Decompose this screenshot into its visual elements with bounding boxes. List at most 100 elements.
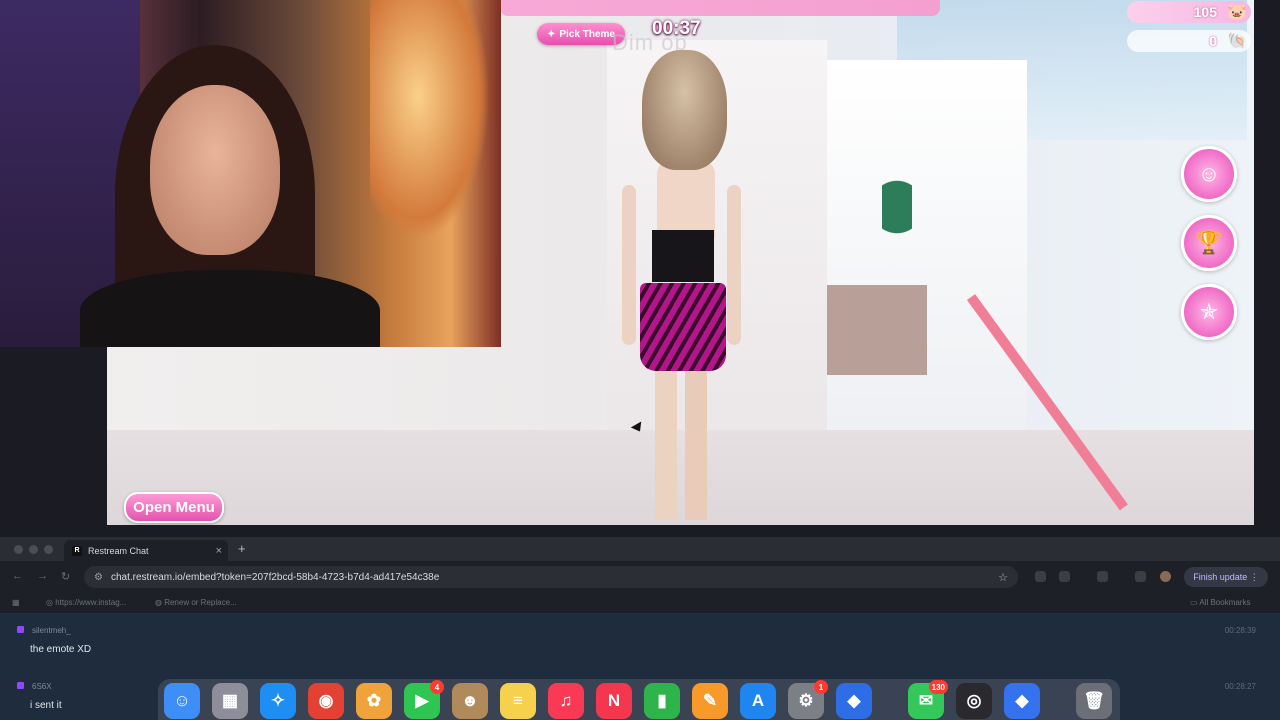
character-arm	[727, 185, 741, 345]
news-icon: N	[607, 691, 621, 710]
character-arm	[622, 185, 636, 345]
facetime-icon: ▶	[415, 691, 429, 710]
all-bookmarks[interactable]: ▭ All Bookmarks	[1190, 598, 1250, 607]
pose-icon: ✯	[1199, 299, 1219, 324]
app-store-app[interactable]: A	[740, 683, 776, 719]
notification-badge: 130	[928, 680, 948, 694]
open-menu-button[interactable]: Open Menu	[124, 492, 224, 523]
forward-icon[interactable]: →	[37, 570, 48, 582]
webcam-person-face	[150, 85, 280, 255]
news-app[interactable]: N	[596, 683, 632, 719]
character-hair	[642, 50, 727, 170]
back-icon[interactable]: ←	[12, 570, 23, 582]
chat-timestamp: 00:28:39	[1224, 626, 1256, 635]
game-scene-counter	[827, 285, 927, 375]
finish-update-button[interactable]: Finish update ⋮	[1184, 567, 1268, 587]
game-top-banner	[500, 0, 940, 16]
character-back	[657, 160, 715, 240]
app-store-icon: A	[751, 691, 765, 710]
obs-app[interactable]: ◎	[956, 683, 992, 719]
chrome-icon: ◉	[318, 691, 334, 710]
round-timer: 00:37	[652, 18, 701, 39]
address-bar[interactable]: ⚙ chat.restream.io/embed?token=207f2bcd-…	[84, 566, 1018, 588]
finder-icon: ☺	[173, 691, 191, 710]
profile-avatar[interactable]	[1160, 571, 1171, 582]
trophy-icon: 🏆	[1195, 230, 1223, 255]
reload-icon[interactable]: ↻	[61, 570, 70, 583]
site-settings-icon[interactable]: ⚙	[94, 572, 103, 583]
photos-app[interactable]: ✿	[356, 683, 392, 719]
finder-app[interactable]: ☺	[164, 683, 200, 719]
tab-restream-chat[interactable]: R Restream Chat ×	[64, 540, 228, 561]
safari-icon: ✧	[270, 691, 286, 710]
chat-timestamp: 00:28:27	[1224, 682, 1256, 691]
pages-app[interactable]: ✎	[692, 683, 728, 719]
extension-icon[interactable]	[1059, 571, 1070, 582]
music-icon: ♫	[559, 691, 573, 710]
zoom-window-button[interactable]	[44, 545, 53, 554]
roblox-studio-app[interactable]: ◆	[1004, 683, 1040, 719]
roblox-icon: ◆	[847, 691, 861, 710]
chat-text: i sent it	[30, 700, 62, 711]
trash-icon: 🗑	[1083, 691, 1105, 710]
twitch-icon	[17, 682, 24, 689]
character-skirt	[640, 283, 726, 371]
music-app[interactable]: ♫	[548, 683, 584, 719]
tab-bar: R Restream Chat × +	[0, 537, 1280, 561]
character-leg	[685, 370, 707, 520]
notes-app[interactable]: ≡	[500, 683, 536, 719]
bookmark-renew[interactable]: ◍ Renew or Replace...	[155, 598, 237, 607]
restream-favicon-icon: R	[72, 545, 82, 556]
new-tab-icon[interactable]: +	[238, 541, 246, 556]
numbers-app[interactable]: ▮	[644, 683, 680, 719]
bookmark-instagram[interactable]: ◎ https://www.instag...	[46, 598, 126, 607]
minimize-window-button[interactable]	[29, 545, 38, 554]
launchpad-icon: ▦	[221, 691, 239, 710]
trash-app[interactable]: 🗑	[1076, 683, 1112, 719]
apps-grid-icon[interactable]: ▦	[12, 598, 20, 607]
avatar-button[interactable]: ☺	[1181, 146, 1237, 202]
contacts-app[interactable]: ☻	[452, 683, 488, 719]
bookmark-star-icon[interactable]: ☆	[998, 571, 1008, 584]
roblox-studio-icon: ◆	[1015, 691, 1029, 710]
close-tab-icon[interactable]: ×	[216, 545, 222, 557]
sidebar-toggle-icon[interactable]	[1097, 571, 1108, 582]
launchpad-app[interactable]: ▦	[212, 683, 248, 719]
chat-text: the emote XD	[30, 644, 92, 655]
theme-icon: ✦	[547, 28, 556, 40]
coins-counter: 105 🐷	[1127, 1, 1251, 23]
system-settings-icon: ⚙	[798, 691, 814, 710]
avatar-icon: ☺	[1197, 161, 1221, 186]
game-scene-plant	[882, 180, 912, 270]
bookmarks-bar: ▦ ◎ https://www.instag... ◍ Renew or Rep…	[0, 593, 1280, 614]
numbers-icon: ▮	[657, 691, 667, 710]
macos-dock: ☺ ▦ ✧ ◉ ✿ ▶ 4 ☻ ≡ ♫ N ▮ ✎ A ⚙ 1 ◆ ✉ 130 ◎ ◆ 🗑	[158, 679, 1120, 720]
notification-badge: 4	[430, 680, 444, 694]
gems-counter: 0 🐚	[1127, 30, 1251, 52]
piggy-bank-icon: 🐷	[1227, 4, 1247, 21]
safari-app[interactable]: ✧	[260, 683, 296, 719]
trophy-button[interactable]: 🏆	[1181, 215, 1237, 271]
system-settings-app[interactable]: ⚙ 1	[788, 680, 828, 719]
chat-username: 6S6X	[32, 682, 52, 691]
webcam-lamp	[370, 0, 490, 240]
pose-button[interactable]: ✯	[1181, 284, 1237, 340]
pages-icon: ✎	[702, 691, 718, 710]
chrome-app[interactable]: ◉	[308, 683, 344, 719]
media-controls-icon[interactable]	[1135, 571, 1146, 582]
character-leg	[655, 370, 677, 520]
messages-icon: ✉	[918, 691, 934, 710]
browser-toolbar: ← → ↻ ⚙ chat.restream.io/embed?token=207…	[0, 561, 1280, 593]
roblox-app[interactable]: ◆	[836, 683, 872, 719]
webcam-feed	[0, 0, 501, 347]
notification-badge: 1	[814, 680, 828, 694]
close-window-button[interactable]	[14, 545, 23, 554]
photos-icon: ✿	[366, 691, 382, 710]
messages-app[interactable]: ✉ 130	[908, 680, 948, 719]
game-scene-wall-right	[827, 60, 1027, 480]
facetime-app[interactable]: ▶ 4	[404, 680, 444, 719]
character-top	[652, 230, 714, 282]
extension-icon[interactable]	[1035, 571, 1046, 582]
more-menu-icon: ⋮	[1249, 571, 1259, 582]
notes-icon: ≡	[513, 691, 523, 710]
